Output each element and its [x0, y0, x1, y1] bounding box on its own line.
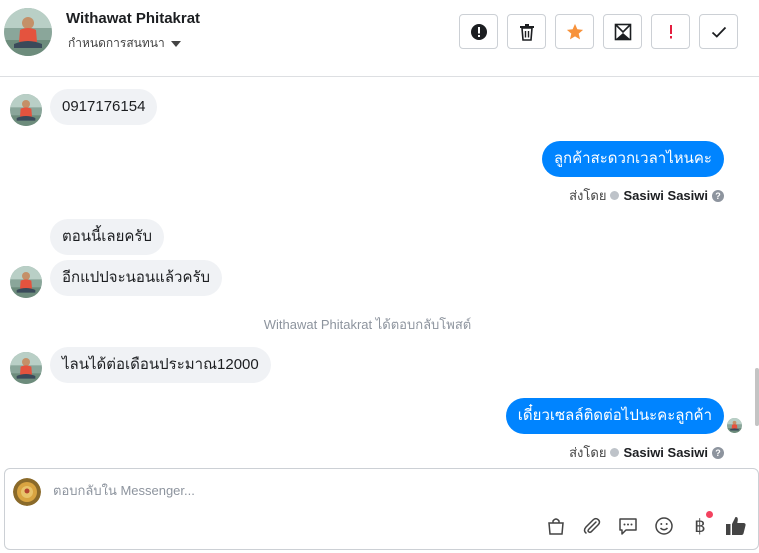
incoming-message[interactable]: 0917176154 — [50, 89, 158, 125]
delete-button[interactable] — [507, 14, 546, 49]
report-button[interactable] — [459, 14, 498, 49]
avatar — [10, 352, 42, 384]
attach-button[interactable] — [581, 515, 603, 537]
page-avatar — [13, 478, 41, 506]
archive-icon — [614, 23, 631, 40]
smiley-icon — [655, 517, 673, 535]
spam-icon — [669, 24, 672, 38]
baht-icon: ฿ — [694, 515, 706, 537]
saved-replies-button[interactable] — [617, 515, 639, 537]
paperclip-icon — [583, 517, 601, 534]
thumbs-up-icon — [726, 516, 746, 535]
notification-dot — [706, 511, 713, 518]
system-note: Withawat Phitakrat ได้ตอบกลับโพสต์ — [263, 317, 472, 332]
agent-name: Sasiwi Sasiwi — [623, 445, 708, 460]
assign-label: กำหนดการสนทนา — [68, 36, 165, 50]
incoming-message[interactable]: ตอนนี้เลยครับ — [50, 219, 164, 255]
archive-button[interactable] — [603, 14, 642, 49]
incoming-message[interactable]: อีกแปปจะนอนแล้วครับ — [50, 260, 223, 296]
seen-avatar — [727, 418, 742, 433]
help-icon[interactable]: ? — [712, 189, 724, 202]
reply-input[interactable] — [53, 483, 553, 498]
help-icon[interactable]: ? — [712, 446, 724, 459]
outgoing-message[interactable]: ลูกค้าสะดวกเวลาไหนคะ — [541, 141, 724, 177]
header-actions — [459, 14, 738, 49]
like-button[interactable] — [725, 515, 747, 537]
outgoing-message[interactable]: เดี๋ยวเซลล์ติดต่อไปนะคะลูกค้า — [505, 398, 724, 434]
sent-by-label: ส่งโดย — [569, 445, 607, 460]
sent-by-label: ส่งโดย — [569, 188, 607, 203]
reply-composer: ฿ — [4, 468, 759, 550]
trash-icon — [519, 23, 534, 41]
conversation-header: Withawat Phitakrat กำหนดการสนทนา — [0, 0, 759, 77]
chat-bubble-icon — [619, 518, 637, 535]
message-thread: 0917176154 ลูกค้าสะดวกเวลาไหนคะ ส่งโดย S… — [0, 78, 759, 460]
payment-button[interactable]: ฿ — [689, 511, 713, 537]
contact-name[interactable]: Withawat Phitakrat — [66, 10, 200, 27]
star-button[interactable] — [555, 14, 594, 49]
avatar — [10, 94, 42, 126]
incoming-message[interactable]: ไลนได้ต่อเดือนประมาณ12000 — [50, 347, 271, 383]
mark-done-button[interactable] — [699, 14, 738, 49]
star-icon — [566, 23, 583, 39]
scrollbar[interactable] — [755, 368, 759, 426]
sent-by: ส่งโดย Sasiwi Sasiwi ? — [569, 185, 724, 206]
avatar[interactable] — [4, 8, 52, 56]
shopping-bag-icon — [548, 518, 564, 535]
verified-icon — [610, 448, 620, 457]
agent-name: Sasiwi Sasiwi — [623, 188, 708, 203]
avatar — [10, 266, 42, 298]
sent-by: ส่งโดย Sasiwi Sasiwi ? — [569, 442, 724, 463]
shop-button[interactable] — [545, 515, 567, 537]
caret-down-icon — [170, 41, 181, 47]
verified-icon — [610, 191, 620, 200]
assign-conversation-dropdown[interactable]: กำหนดการสนทนา — [68, 34, 181, 53]
check-icon — [711, 26, 726, 38]
report-icon — [470, 23, 487, 40]
composer-tools: ฿ — [545, 511, 747, 537]
spam-button[interactable] — [651, 14, 690, 49]
emoji-button[interactable] — [653, 515, 675, 537]
